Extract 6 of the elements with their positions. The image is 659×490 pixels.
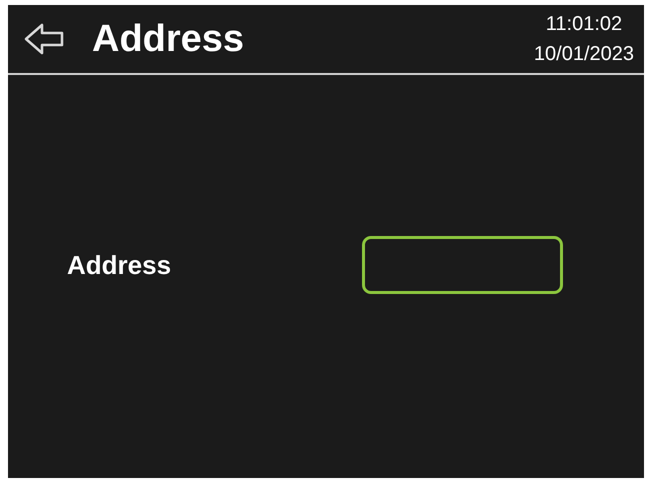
back-arrow-icon <box>24 22 64 56</box>
clock-time: 11:01:02 <box>546 12 622 37</box>
clock-date: 10/01/2023 <box>534 42 634 67</box>
field-label: Address <box>67 248 172 282</box>
address-input-field[interactable] <box>362 236 563 294</box>
page-title: Address <box>92 20 244 58</box>
